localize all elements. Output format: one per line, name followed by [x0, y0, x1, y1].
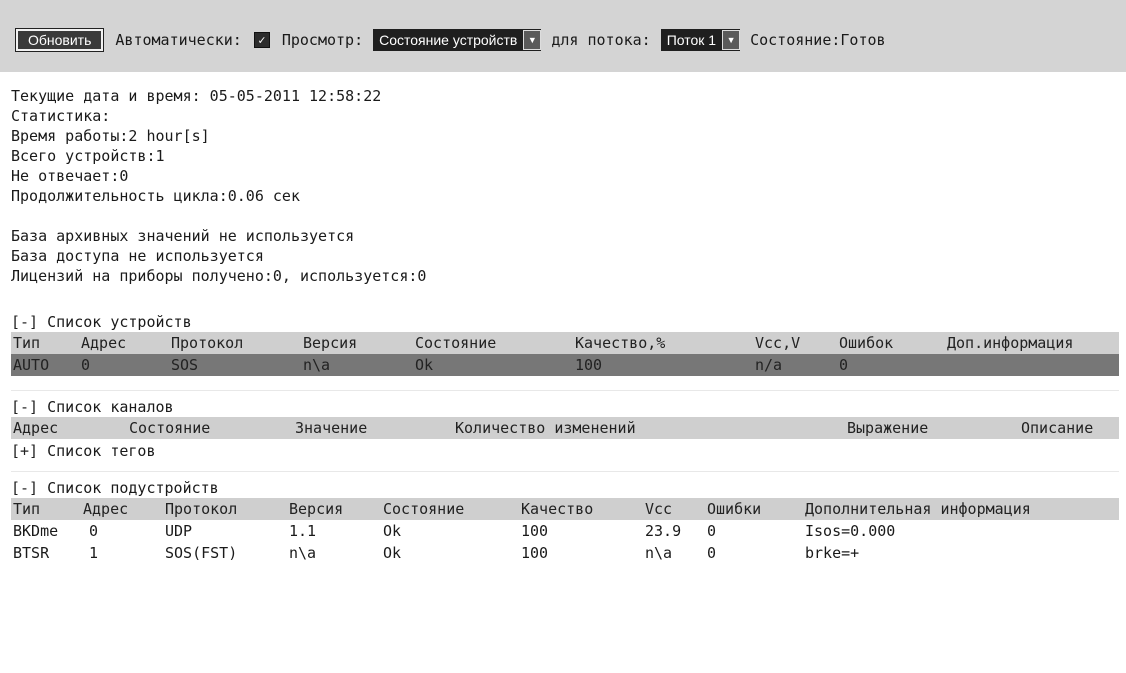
divider [11, 390, 1119, 391]
devices-table: Тип Адрес Протокол Версия Состояние Каче… [11, 332, 1119, 376]
column-header: Состояние [413, 332, 573, 354]
table-cell: 0 [79, 354, 169, 376]
column-header: Дополнительная информация [803, 498, 1119, 520]
devices-total: Всего устройств:1 [11, 147, 165, 165]
column-header: Состояние [117, 417, 293, 439]
column-header: Описание [1019, 417, 1119, 439]
licenses-status: Лицензий на приборы получено:0, использу… [11, 267, 427, 285]
stats-title: Статистика: [11, 107, 111, 125]
stream-label: для потока: [551, 31, 651, 49]
toolbar-row: Обновить Автоматически: ✓ Просмотр: Сост… [14, 28, 896, 52]
tags-section-head: [+] Список тегов [11, 441, 1119, 461]
view-select[interactable]: Состояние устройств ▼ [373, 29, 542, 51]
subdevices-title: Список подустройств [47, 479, 219, 497]
stream-select[interactable]: Поток 1 ▼ [660, 29, 741, 51]
column-header: Количество изменений [453, 417, 845, 439]
table-row[interactable]: BTSR 1 SOS(FST) n\a Ok 100 n\a 0 brke=+ [11, 542, 1119, 564]
column-header: Выражение [845, 417, 1019, 439]
column-header: Ошибок [837, 332, 945, 354]
table-cell: 23.9 [645, 522, 682, 540]
table-cell: n\a [301, 354, 413, 376]
main-content: Текущие дата и время: 05-05-2011 12:58:2… [11, 86, 1119, 564]
checkmark-icon: ✓ [258, 33, 266, 47]
toolbar: Обновить Автоматически: ✓ Просмотр: Сост… [0, 0, 1126, 72]
refresh-button[interactable]: Обновить [14, 28, 105, 52]
table-cell: 0 [707, 544, 717, 562]
archive-db-status: База архивных значений не используется [11, 227, 355, 245]
chevron-down-icon[interactable]: ▼ [722, 30, 741, 50]
table-cell: 0 [837, 354, 945, 376]
column-header: Протокол [163, 498, 287, 520]
table-cell: SOS(FST) [165, 544, 238, 562]
tags-title: Список тегов [47, 442, 156, 460]
column-header: Адрес [79, 332, 169, 354]
column-header: Ошибки [705, 498, 803, 520]
table-cell: n\a [289, 544, 317, 562]
subdevices-table: Тип Адрес Протокол Версия Состояние Каче… [11, 498, 1119, 564]
table-cell: 100 [573, 354, 753, 376]
state-label: Состояние:Готов [750, 31, 886, 49]
current-datetime: Текущие дата и время: 05-05-2011 12:58:2… [11, 87, 382, 105]
channels-table: Адрес Состояние Значение Количество изме… [11, 417, 1119, 439]
table-cell: Ok [413, 354, 573, 376]
table-cell: 100 [521, 522, 549, 540]
view-select-value: Состояние устройств [379, 32, 518, 48]
view-label: Просмотр: [281, 31, 364, 49]
column-header: Протокол [169, 332, 301, 354]
channels-header-row: Адрес Состояние Значение Количество изме… [11, 417, 1119, 439]
devices-header-row: Тип Адрес Протокол Версия Состояние Каче… [11, 332, 1119, 354]
subdevices-header-row: Тип Адрес Протокол Версия Состояние Каче… [11, 498, 1119, 520]
table-cell: AUTO [11, 354, 79, 376]
divider [11, 471, 1119, 472]
cycle-duration: Продолжительность цикла:0.06 сек [11, 187, 300, 205]
column-header: Тип [11, 332, 79, 354]
uptime: Время работы:2 hour[s] [11, 127, 210, 145]
column-header: Качество [519, 498, 643, 520]
auto-label: Автоматически: [115, 31, 242, 49]
auto-checkbox[interactable]: ✓ [253, 32, 270, 48]
not-responding: Не отвечает:0 [11, 167, 129, 185]
devices-toggle[interactable]: [-] [11, 313, 38, 331]
column-header: Значение [293, 417, 453, 439]
subdevices-section-head: [-] Список подустройств [11, 478, 1119, 498]
table-row[interactable]: BKDme 0 UDP 1.1 Ok 100 23.9 0 Isos=0.000 [11, 520, 1119, 542]
table-row[interactable]: AUTO 0 SOS n\a Ok 100 n/a 0 [11, 354, 1119, 376]
table-cell: 100 [521, 544, 549, 562]
chevron-down-icon[interactable]: ▼ [523, 30, 542, 50]
table-cell [945, 354, 1119, 376]
table-cell: n\a [645, 544, 673, 562]
channels-toggle[interactable]: [-] [11, 398, 38, 416]
table-cell: brke=+ [805, 544, 860, 562]
channels-section-head: [-] Список каналов [11, 397, 1119, 417]
table-cell: 0 [707, 522, 717, 540]
column-header: Доп.информация [945, 332, 1119, 354]
table-cell: 1 [89, 544, 99, 562]
table-cell: SOS [169, 354, 301, 376]
table-cell: n/a [753, 354, 837, 376]
table-cell: BTSR [13, 544, 50, 562]
column-header: Версия [287, 498, 381, 520]
column-header: Тип [11, 498, 81, 520]
column-header: Vcc,V [753, 332, 837, 354]
table-cell: 0 [89, 522, 99, 540]
table-cell: Ok [383, 522, 402, 540]
column-header: Качество,% [573, 332, 753, 354]
tags-toggle[interactable]: [+] [11, 442, 38, 460]
channels-title: Список каналов [47, 398, 174, 416]
column-header: Версия [301, 332, 413, 354]
table-cell: 1.1 [289, 522, 317, 540]
column-header: Адрес [11, 417, 117, 439]
table-cell: BKDme [13, 522, 59, 540]
column-header: Состояние [381, 498, 519, 520]
table-cell: Isos=0.000 [805, 522, 896, 540]
table-cell: Ok [383, 544, 402, 562]
access-db-status: База доступа не используется [11, 247, 264, 265]
column-header: Vcc [643, 498, 705, 520]
subdevices-toggle[interactable]: [-] [11, 479, 38, 497]
devices-section-head: [-] Список устройств [11, 312, 1119, 332]
stream-select-value: Поток 1 [666, 32, 717, 48]
table-cell: UDP [165, 522, 193, 540]
devices-title: Список устройств [47, 313, 192, 331]
column-header: Адрес [81, 498, 163, 520]
